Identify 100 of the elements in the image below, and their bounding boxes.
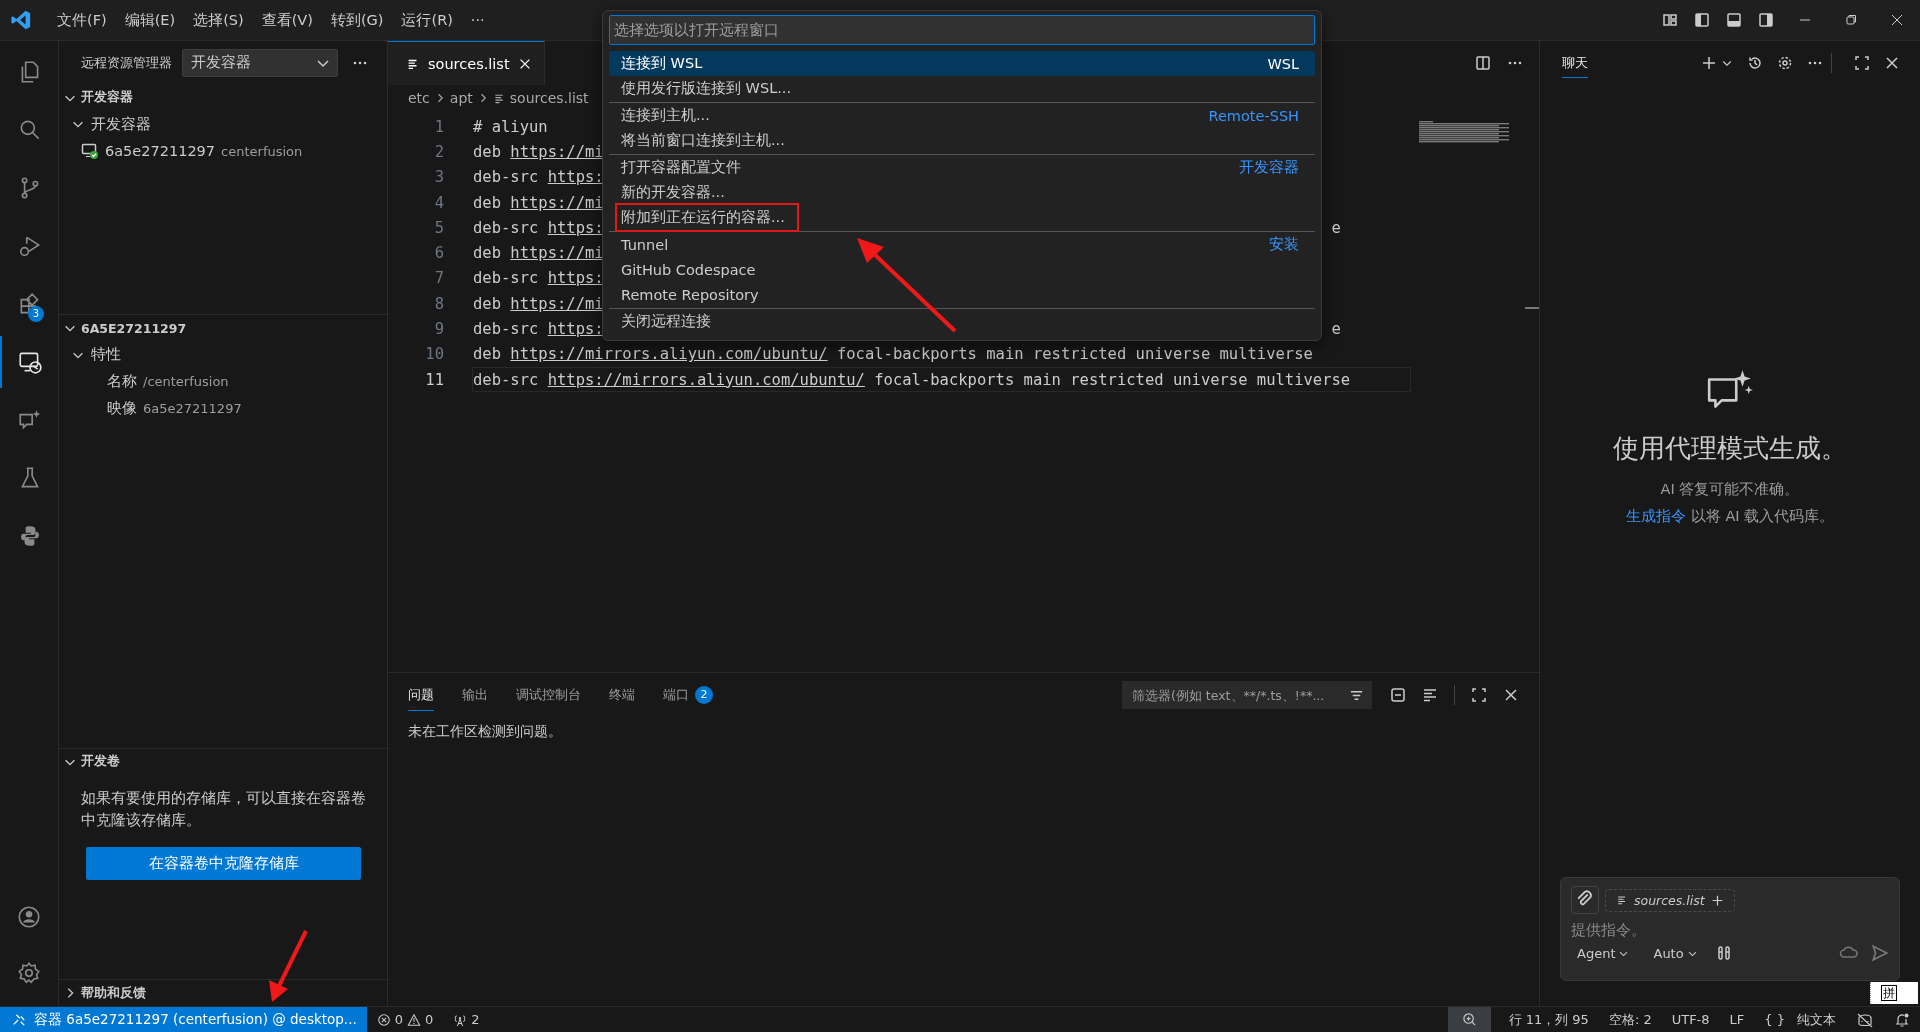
tools-icon[interactable] [1715,945,1732,961]
status-item[interactable]: LF [1729,1012,1745,1027]
tree-item[interactable]: 6a5e27211297 [105,143,216,160]
section-header[interactable]: 6A5E27211297 [59,315,387,342]
attach-icon[interactable] [1571,886,1599,914]
quick-pick-item[interactable]: 将当前窗口连接到主机... [609,128,1315,153]
status-item[interactable]: 行 11，列 95 [1508,1010,1589,1029]
item-description: centerfusion [221,143,303,159]
collapse-all-icon[interactable] [1390,687,1406,703]
model-dropdown[interactable]: Auto [1647,945,1704,961]
panel-tab[interactable]: 终端 [609,679,635,711]
cloud-send-icon[interactable] [1839,945,1859,961]
chat-tab[interactable]: 聊天 [1562,48,1588,78]
close-icon[interactable] [1889,12,1905,28]
layout-icon[interactable] [1662,12,1678,28]
section-header[interactable]: 帮助和反馈 [59,980,387,1006]
status-item[interactable]: UTF-8 [1671,1012,1710,1027]
clone-repository-button[interactable]: 在容器卷中克隆存储库 [86,846,361,880]
panel-tab[interactable]: 调试控制台 [516,679,581,711]
menu-item[interactable]: 查看(V) [252,10,322,30]
code-link[interactable]: https://mirrors.aliyun.com/ubuntu/ [510,345,828,364]
word-wrap-icon[interactable] [1422,687,1438,703]
activity-bar-tab[interactable]: 3 [0,278,58,330]
command-input-field[interactable]: 选择选项以打开远程窗口 [609,15,1315,45]
quick-pick-item[interactable]: 新的开发容器... [609,180,1315,205]
ports-status[interactable]: 2 [453,1012,480,1027]
remote-indicator[interactable]: 容器 6a5e27211297 (centerfusion) @ desktop... [0,1007,367,1032]
tree-item[interactable]: 特性 [59,341,387,369]
code-link[interactable]: https: [547,168,604,187]
settings-icon[interactable] [1777,55,1793,71]
code-link[interactable]: https: [547,320,604,338]
maximize-icon[interactable] [1854,55,1870,71]
quick-pick-item[interactable]: GitHub Codespace [609,257,1315,282]
view-dropdown[interactable]: 开发容器 [182,48,338,77]
panel-tab[interactable]: 问题 [408,679,434,711]
copilot-icon[interactable] [1856,1011,1874,1028]
tree-item[interactable]: 名称 [107,372,137,392]
option-source: 开发容器 [1239,158,1299,177]
section-header[interactable]: 开发容器 [59,84,387,111]
breadcrumb-item[interactable]: sources.list [509,90,589,106]
breadcrumb-item[interactable]: etc [408,90,430,106]
code-link[interactable]: https://mirrors.aliyun.com/ubuntu/ [547,370,865,389]
history-icon[interactable] [1747,55,1763,71]
count-badge: 2 [695,686,713,704]
breadcrumb-item[interactable]: apt [449,90,473,106]
status-item[interactable]: 空格: 2 [1608,1010,1652,1029]
code-link[interactable]: https://mi [510,294,604,313]
secondary-sidebar-toggle-icon[interactable] [1758,12,1774,28]
maximize-icon[interactable] [1471,687,1487,703]
quick-pick-item[interactable]: 附加到正在运行的容器... [609,205,1315,230]
menu-item[interactable]: 编辑(E) [115,10,185,30]
code-text: # aliyun [473,117,548,136]
quick-pick-item[interactable]: 关闭远程连接 [609,308,1315,334]
settings-icon[interactable] [16,960,42,986]
code-text: deb-src [473,320,539,338]
notification-bell-icon[interactable] [1894,1011,1910,1028]
code-link[interactable]: https: [547,269,604,288]
plus-icon[interactable] [1701,55,1717,71]
quick-pick-item[interactable]: Remote Repository [609,282,1315,307]
tree-item[interactable]: 映像 [107,399,137,419]
account-icon[interactable] [16,904,42,930]
generate-instructions-link[interactable]: 生成指令 [1625,507,1686,526]
line-number: 10 [424,345,444,364]
code-text: deb [473,345,501,364]
split-editor-icon[interactable] [1475,55,1491,71]
problems-status[interactable]: 0 0 [376,1012,434,1027]
code-link[interactable]: https://mi [510,142,604,161]
filter-field[interactable]: 筛选器(例如 text、**/*.ts、!**... [1122,681,1372,709]
tree-item[interactable]: 开发容器 [59,110,387,138]
quick-pick-item[interactable]: 连接到主机... Remote-SSH [609,102,1315,128]
mode-dropdown[interactable]: Agent [1571,945,1636,961]
close-icon[interactable] [1503,687,1519,703]
zoom-button[interactable] [1447,1007,1491,1032]
panel-tab[interactable]: 输出 [462,679,488,711]
restore-icon[interactable] [1843,12,1859,28]
menu-item[interactable]: 转到(G) [321,10,393,30]
code-link[interactable]: https://mi [510,244,604,263]
menu-item[interactable]: 文件(F) [48,10,116,30]
plus-icon[interactable] [1710,893,1724,907]
language-mode[interactable]: { } 纯文本 [1764,1010,1836,1029]
quick-pick-item[interactable]: 打开容器配置文件 开发容器 [609,154,1315,180]
editor-tab[interactable]: sources.list [388,41,545,85]
close-icon[interactable] [1884,55,1900,71]
sidebar-toggle-icon[interactable] [1694,12,1710,28]
option-source: WSL [1267,55,1299,72]
section-header[interactable]: 开发卷 [59,748,387,775]
menu-item[interactable]: 选择(S) [184,10,253,30]
panel-toggle-icon[interactable] [1726,12,1742,28]
attachment-chip[interactable]: sources.list [1605,888,1735,912]
quick-pick-item[interactable]: 连接到 WSL WSL [609,51,1315,76]
code-link[interactable]: https: [547,218,604,237]
count-badge: 3 [28,306,44,322]
prompt-field[interactable]: 提供指令。 [1571,922,1889,938]
panel-tab[interactable]: 端口 [663,679,689,711]
menu-item[interactable]: ··· [461,12,494,28]
quick-pick-item[interactable]: 使用发行版连接到 WSL... [609,76,1315,101]
send-icon[interactable] [1871,944,1889,962]
disclaimer-text: AI 答复可能不准确。 [1660,480,1800,499]
code-link[interactable]: https://mi [510,193,604,212]
menu-item[interactable]: 运行(R) [392,10,462,30]
